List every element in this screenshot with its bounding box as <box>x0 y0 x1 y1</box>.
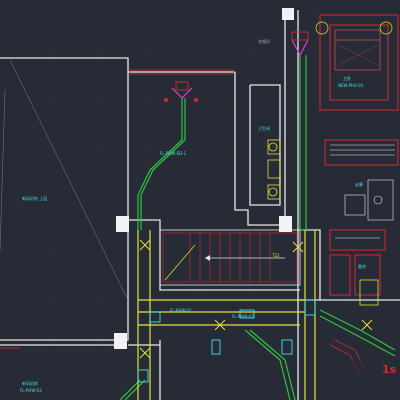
label-room-right-mid: 走廊 <box>355 181 363 187</box>
label-room-top-left: 卫生间 <box>258 125 270 131</box>
columns <box>114 8 294 349</box>
watermark-text: 1s <box>382 363 397 376</box>
right-room-details <box>330 144 395 239</box>
floor-plan-drawing: 新风机房 上层 卫生间 衣帽间 主卧 NEW-PH0-01 走廊 客房 FL-P… <box>0 0 400 400</box>
label-room-large-left: 新风机房 上层 <box>22 195 47 201</box>
room-diagonal-2 <box>0 89 6 251</box>
cad-canvas: 新风机房 上层 卫生间 衣帽间 主卧 NEW-PH0-01 走廊 客房 FL-P… <box>0 0 400 400</box>
label-room-right-lower: 客房 <box>358 263 366 269</box>
label-duct-mid: FL-PHW-01 <box>232 314 254 319</box>
label-room-top-right: 主卧 <box>343 75 351 81</box>
bed-top-right <box>315 21 393 71</box>
label-room-bottom-left: 新风机房 <box>22 380 38 386</box>
room-diagonal <box>9 59 129 301</box>
label-room-mid: 衣帽间 <box>258 38 270 44</box>
label-duct-upper: FL-PHW-SD-1 <box>160 151 187 156</box>
label-room-top-right-sub: NEW-PH0-01 <box>338 83 364 88</box>
label-duct-lower: FL-PHW-02 <box>170 308 192 313</box>
fan-units <box>164 31 309 102</box>
label-stair-tag: T22 <box>271 253 280 258</box>
green-ducts <box>119 55 396 400</box>
bed-hatch <box>337 44 379 66</box>
label-room-bottom-left-sub: FL-PHW-03 <box>20 388 42 393</box>
